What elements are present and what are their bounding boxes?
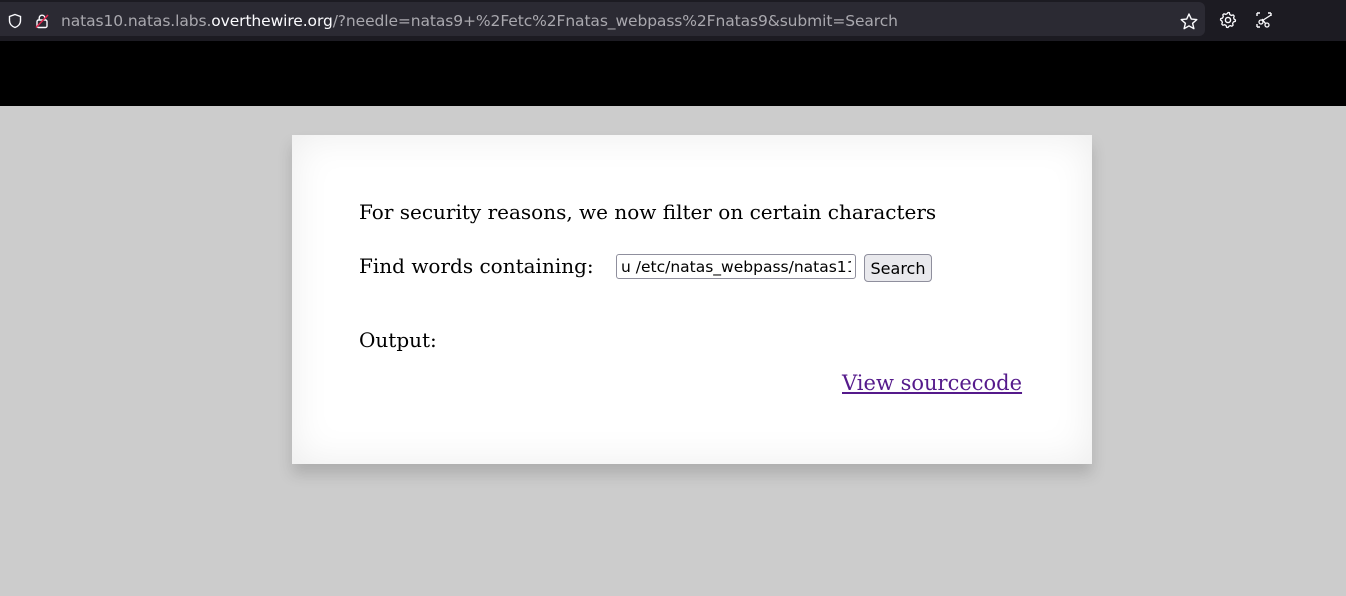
security-notice: For security reasons, we now filter on c… bbox=[359, 200, 937, 224]
star-icon[interactable] bbox=[1179, 12, 1199, 32]
output-label: Output: bbox=[359, 328, 437, 352]
view-sourcecode-link[interactable]: View sourcecode bbox=[842, 371, 1022, 395]
search-button[interactable]: Search bbox=[864, 254, 932, 282]
browser-toolbar: natas10.natas.labs.overthewire.org/?need… bbox=[0, 0, 1346, 41]
search-input[interactable] bbox=[616, 254, 856, 279]
url-text[interactable]: natas10.natas.labs.overthewire.org/?need… bbox=[61, 12, 898, 30]
find-label: Find words containing: bbox=[359, 254, 594, 278]
lock-icon[interactable] bbox=[34, 13, 50, 29]
url-prefix: natas10.natas.labs. bbox=[61, 12, 212, 30]
page-header bbox=[0, 41, 1346, 106]
gear-icon[interactable] bbox=[1218, 10, 1238, 30]
shield-icon[interactable] bbox=[7, 13, 23, 29]
url-domain: overthewire.org bbox=[211, 12, 333, 30]
screenshot-icon[interactable] bbox=[1254, 10, 1274, 30]
url-suffix: /?needle=natas9+%2Fetc%2Fnatas_webpass%2… bbox=[332, 12, 898, 30]
address-bar[interactable]: natas10.natas.labs.overthewire.org/?need… bbox=[0, 2, 1205, 36]
content-panel: For security reasons, we now filter on c… bbox=[292, 135, 1092, 464]
